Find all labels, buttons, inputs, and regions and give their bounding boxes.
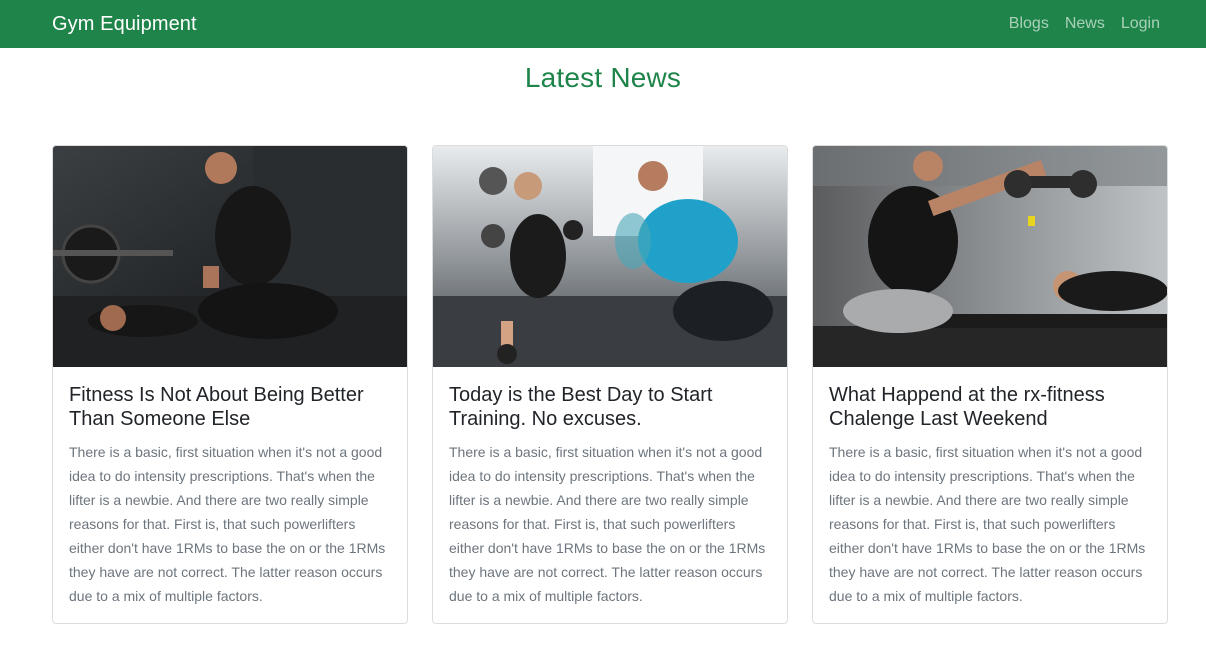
nav-links: Blogs News Login (1009, 15, 1160, 33)
card-title[interactable]: Fitness Is Not About Being Better Than S… (69, 383, 391, 431)
card-text: There is a basic, first situation when i… (829, 444, 1146, 604)
card-body: Fitness Is Not About Being Better Than S… (53, 367, 407, 608)
card-image-trainer-pushups (53, 146, 407, 367)
card-image-dumbbell-training (433, 146, 787, 367)
card-text: There is a basic, first situation when i… (449, 444, 766, 604)
card-text: There is a basic, first situation when i… (69, 444, 386, 604)
nav-link-blogs[interactable]: Blogs (1009, 15, 1049, 33)
card-image-bench-press (813, 146, 1167, 367)
navbar: Gym Equipment Blogs News Login (0, 0, 1206, 48)
card-body: Today is the Best Day to Start Training.… (433, 367, 787, 608)
news-cards: Fitness Is Not About Being Better Than S… (52, 145, 1168, 624)
card-title[interactable]: What Happend at the rx-fitness Chalenge … (829, 383, 1151, 431)
news-card: Today is the Best Day to Start Training.… (432, 145, 788, 624)
news-card: What Happend at the rx-fitness Chalenge … (812, 145, 1168, 624)
nav-link-news[interactable]: News (1065, 15, 1105, 33)
nav-link-login[interactable]: Login (1121, 15, 1160, 33)
section-title: Latest News (524, 62, 682, 93)
news-card: Fitness Is Not About Being Better Than S… (52, 145, 408, 624)
brand-link[interactable]: Gym Equipment (52, 13, 197, 36)
card-body: What Happend at the rx-fitness Chalenge … (813, 367, 1167, 608)
card-title[interactable]: Today is the Best Day to Start Training.… (449, 383, 771, 431)
